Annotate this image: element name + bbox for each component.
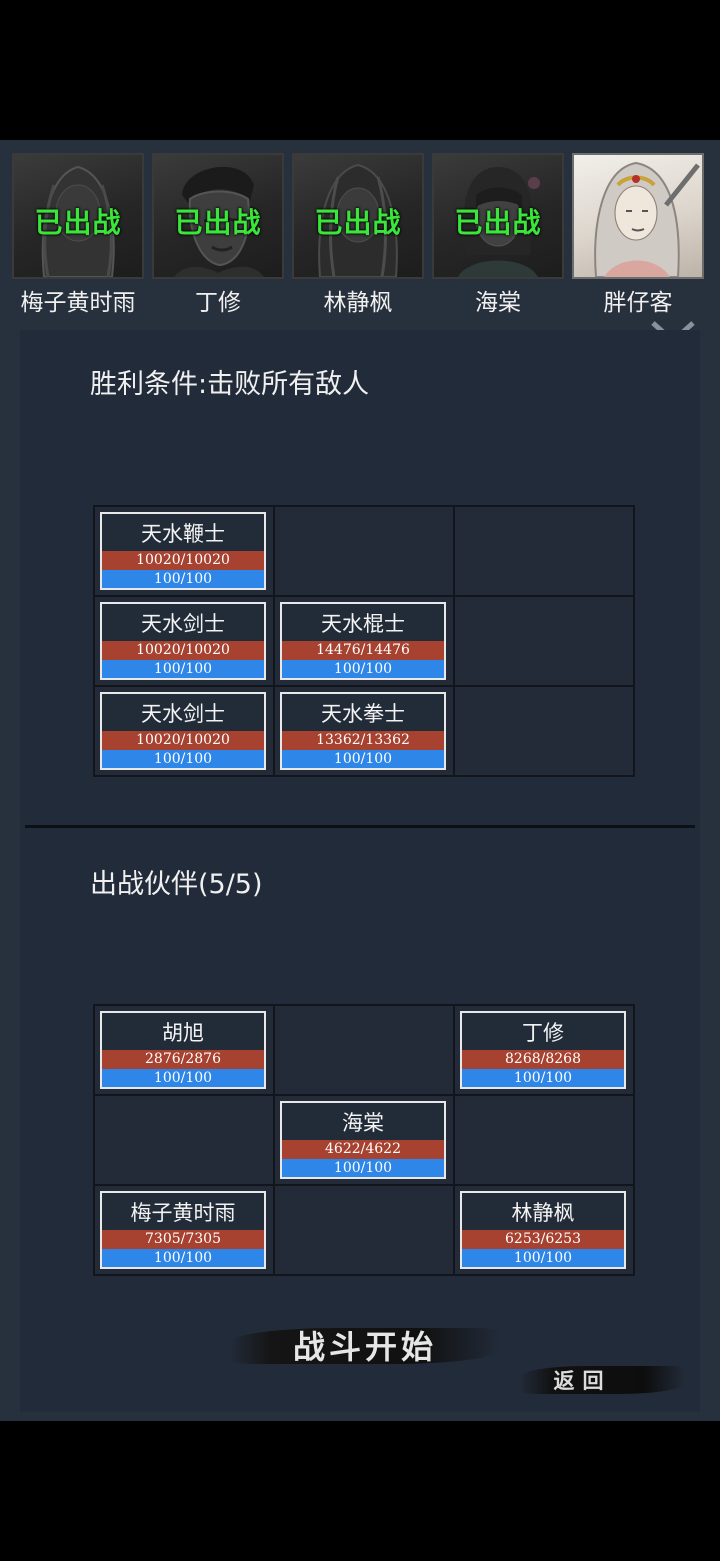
unit-name: 天水剑士 (141, 702, 225, 726)
mp-bar: 100/100 (462, 1069, 624, 1087)
unit-name: 丁修 (522, 1021, 564, 1045)
mp-bar: 100/100 (282, 660, 444, 678)
enemy-unit-card[interactable]: 天水鞭士 10020/10020 100/100 (100, 512, 266, 590)
hp-bar: 7305/7305 (102, 1230, 264, 1249)
character-name: 丁修 (195, 290, 241, 316)
victory-condition-title: 胜利条件:击败所有敌人 (90, 369, 370, 400)
enemy-grid-cell[interactable]: 天水棍士 14476/14476 100/100 (275, 597, 453, 685)
mp-bar: 100/100 (102, 750, 264, 768)
hp-bar: 10020/10020 (102, 641, 264, 660)
party-grid-cell[interactable] (275, 1186, 453, 1274)
character-portrait[interactable]: 已出战 (432, 153, 564, 279)
party-grid-cell[interactable]: 梅子黄时雨 7305/7305 100/100 (95, 1186, 273, 1274)
enemy-grid-cell[interactable] (455, 507, 633, 595)
mp-bar: 100/100 (282, 750, 444, 768)
mp-bar: 100/100 (282, 1159, 444, 1177)
party-grid-cell[interactable]: 胡旭 2876/2876 100/100 (95, 1006, 273, 1094)
unit-name: 天水拳士 (321, 702, 405, 726)
enemy-grid-cell[interactable]: 天水鞭士 10020/10020 100/100 (95, 507, 273, 595)
unit-name: 海棠 (342, 1111, 384, 1135)
character-portrait[interactable] (572, 153, 704, 279)
unit-name: 林静枫 (511, 1201, 575, 1225)
party-grid-cell[interactable] (95, 1096, 273, 1184)
character-name: 海棠 (475, 290, 521, 316)
unit-name: 胡旭 (162, 1021, 204, 1045)
enemy-formation-grid: 天水鞭士 10020/10020 100/100 天水剑士 10020/10020 100… (93, 505, 635, 777)
party-grid-cell[interactable]: 林静枫 6253/6253 100/100 (455, 1186, 633, 1274)
unit-name: 天水鞭士 (141, 522, 225, 546)
character-name: 梅子黄时雨 (20, 290, 136, 316)
enemy-unit-card[interactable]: 天水剑士 10020/10020 100/100 (100, 692, 266, 770)
deployed-status: 已出战 (174, 206, 262, 239)
unit-name: 天水剑士 (141, 612, 225, 636)
bottom-letterbox (0, 1421, 720, 1561)
enemy-grid-cell[interactable] (275, 507, 453, 595)
enemy-grid-cell[interactable] (455, 597, 633, 685)
party-unit-card[interactable]: 胡旭 2876/2876 100/100 (100, 1011, 266, 1089)
party-unit-card[interactable]: 海棠 4622/4622 100/100 (280, 1101, 446, 1179)
hp-bar: 4622/4622 (282, 1140, 444, 1159)
deployed-status: 已出战 (454, 206, 542, 239)
start-battle-label: 战斗开始 (292, 1328, 437, 1366)
deployed-status: 已出战 (314, 206, 402, 239)
enemy-grid-cell[interactable] (455, 687, 633, 775)
character-name: 胖仔客 (603, 290, 673, 316)
section-divider (25, 825, 695, 828)
enemy-unit-card[interactable]: 天水棍士 14476/14476 100/100 (280, 602, 446, 680)
hp-bar: 8268/8268 (462, 1050, 624, 1069)
mp-bar: 100/100 (102, 660, 264, 678)
mp-bar: 100/100 (462, 1249, 624, 1267)
mp-bar: 100/100 (102, 1069, 264, 1087)
hp-bar: 2876/2876 (102, 1050, 264, 1069)
unit-name: 天水棍士 (321, 612, 405, 636)
character-name: 林静枫 (323, 290, 393, 316)
party-title: 出战伙伴(5/5) (90, 869, 263, 900)
enemy-grid-cell[interactable]: 天水拳士 13362/13362 100/100 (275, 687, 453, 775)
hp-bar: 6253/6253 (462, 1230, 624, 1249)
start-battle-button[interactable]: 战斗开始 (230, 1318, 500, 1370)
white-hair-woman-portrait-icon (594, 161, 700, 277)
character-roster: 已出战 梅子黄时雨 已出战 丁修 已出战 林静枫 已出战 海棠 胖仔客 (0, 150, 720, 320)
enemy-unit-card[interactable]: 天水剑士 10020/10020 100/100 (100, 602, 266, 680)
character-portrait[interactable]: 已出战 (292, 153, 424, 279)
character-portrait[interactable]: 已出战 (12, 153, 144, 279)
enemy-grid-cell[interactable]: 天水剑士 10020/10020 100/100 (95, 597, 273, 685)
party-grid-cell[interactable]: 丁修 8268/8268 100/100 (455, 1006, 633, 1094)
unit-name: 梅子黄时雨 (130, 1201, 236, 1225)
enemy-grid-cell[interactable]: 天水剑士 10020/10020 100/100 (95, 687, 273, 775)
party-unit-card[interactable]: 丁修 8268/8268 100/100 (460, 1011, 626, 1089)
character-portrait[interactable]: 已出战 (152, 153, 284, 279)
party-grid-cell[interactable] (275, 1006, 453, 1094)
deployed-status: 已出战 (34, 206, 122, 239)
party-unit-card[interactable]: 梅子黄时雨 7305/7305 100/100 (100, 1191, 266, 1269)
back-button[interactable]: 返回 (520, 1360, 685, 1398)
party-unit-card[interactable]: 林静枫 6253/6253 100/100 (460, 1191, 626, 1269)
back-label: 返回 (553, 1368, 612, 1393)
party-grid-cell[interactable]: 海棠 4622/4622 100/100 (275, 1096, 453, 1184)
enemy-unit-card[interactable]: 天水拳士 13362/13362 100/100 (280, 692, 446, 770)
party-grid-cell[interactable] (455, 1096, 633, 1184)
hp-bar: 10020/10020 (102, 731, 264, 750)
mp-bar: 100/100 (102, 1249, 264, 1267)
hp-bar: 10020/10020 (102, 551, 264, 570)
mp-bar: 100/100 (102, 570, 264, 588)
hp-bar: 14476/14476 (282, 641, 444, 660)
hp-bar: 13362/13362 (282, 731, 444, 750)
party-formation-grid: 胡旭 2876/2876 100/100 丁修 8268/8268 100/100 海棠 46… (93, 1004, 635, 1276)
